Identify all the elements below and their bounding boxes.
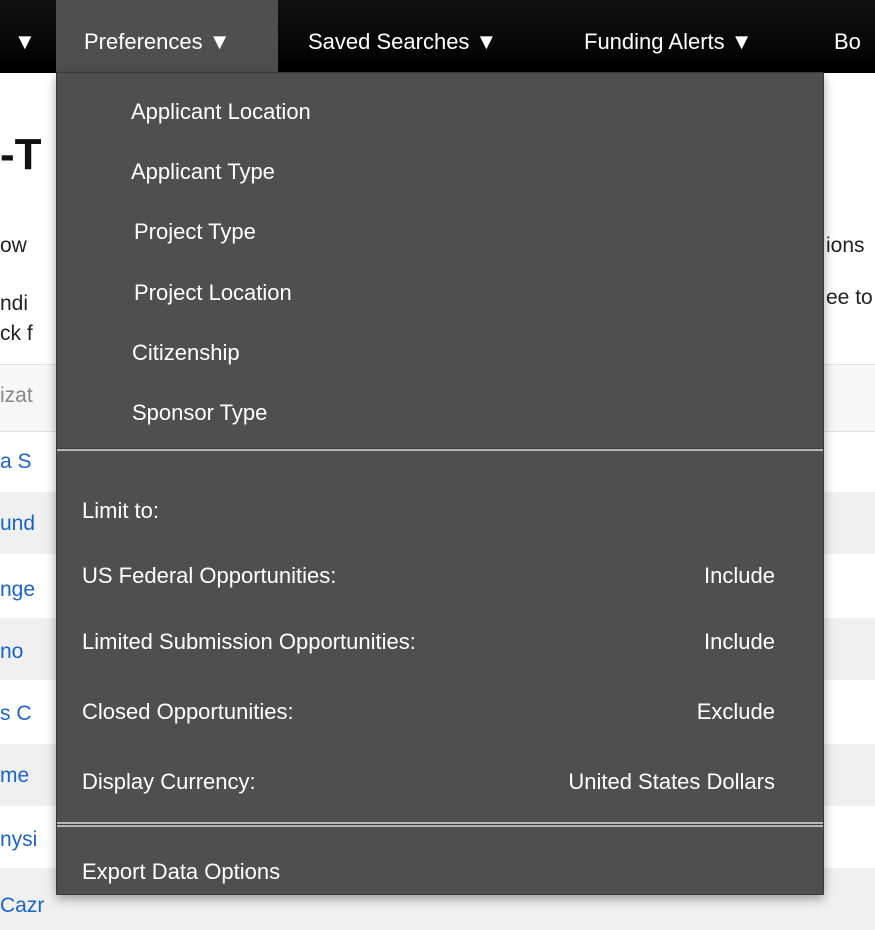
menu-item-export-data-options[interactable]: Export Data Options bbox=[82, 859, 280, 885]
result-link[interactable]: und bbox=[0, 512, 35, 536]
result-link[interactable]: no bbox=[0, 640, 23, 664]
result-link[interactable]: Cazr bbox=[0, 894, 44, 918]
page-title: -T bbox=[0, 130, 42, 179]
intro-text-line: ck f bbox=[0, 322, 33, 345]
result-link[interactable]: me bbox=[0, 764, 29, 788]
intro-text-fragment: ee to bbox=[826, 286, 873, 309]
menu-item-applicant-type[interactable]: Applicant Type bbox=[131, 159, 275, 185]
limit-to-label: Limit to: bbox=[82, 498, 160, 523]
result-link[interactable]: s C bbox=[0, 702, 32, 726]
result-link[interactable]: nge bbox=[0, 578, 35, 602]
limited-submission-opportunities-label[interactable]: Limited Submission Opportunities: bbox=[82, 629, 416, 655]
limited-submission-opportunities-value[interactable]: Include bbox=[704, 629, 775, 655]
closed-opportunities-value[interactable]: Exclude bbox=[697, 699, 775, 725]
nav-saved-searches-menu[interactable]: Saved Searches ▼ bbox=[308, 0, 497, 73]
menu-item-sponsor-type[interactable]: Sponsor Type bbox=[132, 400, 267, 426]
closed-opportunities-label[interactable]: Closed Opportunities: bbox=[82, 699, 294, 725]
menu-item-citizenship[interactable]: Citizenship bbox=[132, 340, 240, 366]
result-link[interactable]: nysi bbox=[0, 828, 37, 852]
us-federal-opportunities-label[interactable]: US Federal Opportunities: bbox=[82, 563, 336, 589]
nav-prev-menu-arrow[interactable]: ▼ bbox=[14, 0, 36, 73]
intro-text-line: ndi bbox=[0, 292, 29, 315]
menu-divider bbox=[57, 449, 823, 451]
nav-next-menu[interactable]: Bo bbox=[834, 0, 861, 73]
display-currency-value[interactable]: United States Dollars bbox=[568, 769, 775, 795]
intro-text-fragment: ions bbox=[826, 234, 865, 257]
menu-item-applicant-location[interactable]: Applicant Location bbox=[131, 99, 311, 125]
nav-preferences-menu[interactable]: Preferences ▼ bbox=[56, 0, 278, 73]
us-federal-opportunities-value[interactable]: Include bbox=[704, 563, 775, 589]
result-link[interactable]: a S bbox=[0, 450, 32, 474]
menu-divider bbox=[57, 825, 823, 827]
nav-funding-alerts-menu[interactable]: Funding Alerts ▼ bbox=[584, 0, 753, 73]
menu-item-project-location[interactable]: Project Location bbox=[134, 280, 292, 306]
table-header-label: izat bbox=[0, 384, 33, 407]
intro-text-line: ow bbox=[0, 234, 27, 257]
preferences-dropdown-menu: Applicant Location Applicant Type Projec… bbox=[56, 72, 824, 895]
menu-item-project-type[interactable]: Project Type bbox=[134, 219, 256, 245]
top-nav-bar: ▼ Preferences ▼ Saved Searches ▼ Funding… bbox=[0, 0, 875, 73]
display-currency-label[interactable]: Display Currency: bbox=[82, 769, 256, 795]
